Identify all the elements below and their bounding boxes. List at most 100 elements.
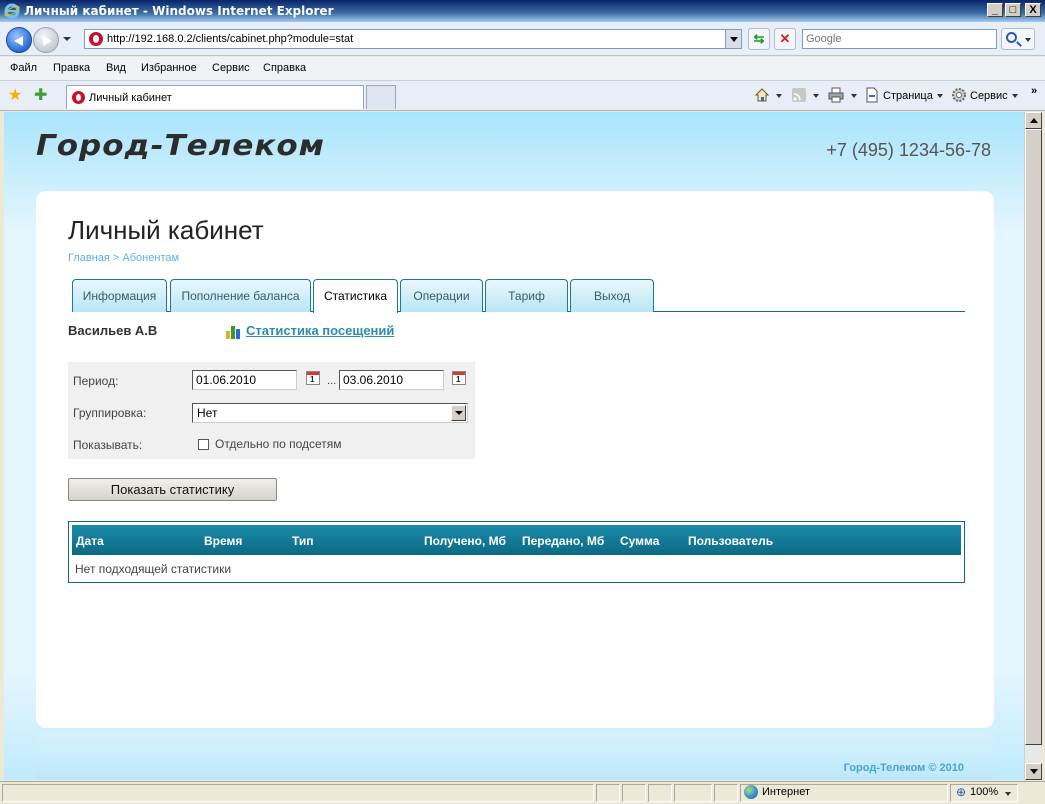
- tab-logout[interactable]: Выход: [570, 279, 654, 312]
- home-dropdown-icon[interactable]: [776, 94, 782, 98]
- range-separator: ...: [327, 375, 337, 387]
- tools-dropdown-icon[interactable]: [1012, 94, 1018, 98]
- tools-menu[interactable]: Сервис: [970, 90, 1008, 102]
- subnet-checkbox[interactable]: [198, 439, 209, 450]
- menu-tools[interactable]: Сервис: [212, 62, 250, 74]
- internet-zone-globe-icon: [744, 785, 758, 799]
- menu-favorites[interactable]: Избранное: [141, 62, 197, 74]
- filter-panel: Период: 1 ... 1 Группировка: Нет Показыв…: [68, 362, 475, 459]
- calendar-to-icon[interactable]: 1: [452, 371, 466, 385]
- breadcrumb: Главная > Абонентам: [68, 252, 179, 264]
- table-header: Дата Время Тип Получено, Мб Передано, Мб…: [72, 525, 961, 555]
- page-icon[interactable]: [864, 87, 880, 103]
- tab-operations[interactable]: Операции: [400, 279, 483, 312]
- scroll-down-button[interactable]: [1025, 763, 1042, 780]
- navigation-bar: http://192.168.0.2/clients/cabinet.php?m…: [0, 22, 1045, 56]
- print-icon[interactable]: [828, 87, 844, 103]
- favorites-star-icon[interactable]: ★: [8, 88, 22, 104]
- home-icon[interactable]: [754, 87, 770, 103]
- menu-help[interactable]: Справка: [263, 62, 306, 74]
- contact-phone: +7 (495) 1234-56-78: [826, 140, 991, 160]
- status-panel: [622, 784, 646, 802]
- date-from-input[interactable]: [192, 370, 297, 390]
- minimize-button[interactable]: _: [987, 3, 1003, 17]
- refresh-button[interactable]: ⇆: [748, 28, 770, 50]
- content-card: Личный кабинет Главная > Абонентам Инфор…: [36, 191, 994, 728]
- period-label: Период:: [73, 374, 119, 388]
- tab-tariff[interactable]: Тариф: [485, 279, 568, 312]
- search-input[interactable]: [803, 30, 983, 48]
- search-icon: [1006, 32, 1017, 43]
- statistics-table: Дата Время Тип Получено, Мб Передано, Мб…: [68, 521, 965, 583]
- status-text-panel: [2, 784, 594, 802]
- footer-copyright: Город-Телеком © 2010: [843, 762, 964, 774]
- scroll-thumb[interactable]: [1025, 129, 1042, 745]
- status-panel: [648, 784, 672, 802]
- menu-bar: Файл Правка Вид Избранное Сервис Справка: [0, 57, 1045, 81]
- scroll-up-button[interactable]: [1025, 112, 1042, 129]
- feeds-dropdown-icon[interactable]: [813, 94, 819, 98]
- subscriber-name: Васильев А.В: [68, 323, 158, 338]
- page-viewport: Город-Телеком +7 (495) 1234-56-78 Личный…: [4, 112, 1024, 780]
- window-titlebar: Личный кабинет - Windows Internet Explor…: [0, 0, 1045, 22]
- zoom-icon[interactable]: ⊕: [956, 785, 966, 799]
- show-label: Показывать:: [73, 438, 143, 452]
- breadcrumb-separator: >: [109, 252, 123, 264]
- window-title: Личный кабинет - Windows Internet Explor…: [24, 4, 334, 18]
- recent-pages-dropdown-icon[interactable]: [63, 37, 71, 41]
- page-menu[interactable]: Страница: [883, 90, 933, 102]
- menu-file[interactable]: Файл: [10, 62, 37, 74]
- date-to-input[interactable]: [339, 370, 444, 390]
- status-panel: [674, 784, 712, 802]
- gear-icon[interactable]: [951, 87, 967, 103]
- tab-statistics[interactable]: Статистика: [313, 279, 398, 313]
- column-type: Тип: [292, 534, 314, 548]
- zoom-dropdown-icon[interactable]: [1005, 792, 1011, 796]
- print-dropdown-icon[interactable]: [851, 94, 857, 98]
- tab-information[interactable]: Информация: [72, 279, 167, 312]
- empty-results-message: Нет подходящей статистики: [75, 562, 232, 576]
- back-button[interactable]: [6, 27, 32, 53]
- tab-favicon-icon: [72, 91, 85, 104]
- maximize-button[interactable]: □: [1005, 3, 1021, 17]
- page-dropdown-icon[interactable]: [937, 94, 943, 98]
- zoom-level[interactable]: 100%: [970, 786, 998, 798]
- menu-edit[interactable]: Правка: [53, 62, 90, 74]
- column-amount: Сумма: [620, 534, 660, 548]
- address-dropdown-icon[interactable]: [725, 30, 741, 48]
- add-favorites-icon[interactable]: ✚: [34, 88, 47, 104]
- vertical-scrollbar[interactable]: [1024, 112, 1042, 780]
- subnet-checkbox-label[interactable]: Отдельно по подсетям: [215, 437, 342, 451]
- show-statistics-button[interactable]: Показать статистику: [68, 478, 277, 501]
- new-tab-button[interactable]: [366, 85, 396, 109]
- column-sent-mb: Передано, Мб: [522, 534, 605, 548]
- calendar-from-icon[interactable]: 1: [306, 371, 320, 385]
- status-bar: [0, 781, 1045, 804]
- site-logo[interactable]: Город-Телеком: [36, 129, 325, 162]
- grouping-select[interactable]: Нет: [192, 403, 468, 423]
- address-bar[interactable]: http://192.168.0.2/clients/cabinet.php?m…: [84, 29, 742, 49]
- tab-balance-topup[interactable]: Пополнение баланса: [170, 279, 311, 312]
- browser-tab[interactable]: Личный кабинет: [66, 85, 364, 109]
- breadcrumb-home-link[interactable]: Главная: [68, 252, 110, 264]
- browser-tab-title: Личный кабинет: [89, 92, 172, 104]
- stop-button[interactable]: ✕: [774, 28, 796, 50]
- cabinet-tabs: Информация Пополнение баланса Статистика…: [72, 279, 965, 313]
- grouping-value: Нет: [197, 406, 218, 420]
- bar-chart-icon: [226, 325, 242, 339]
- forward-button[interactable]: [33, 27, 59, 53]
- column-date: Дата: [76, 534, 104, 548]
- search-options-dropdown-icon[interactable]: [1025, 38, 1031, 42]
- search-button[interactable]: [1001, 28, 1035, 50]
- visit-statistics-link[interactable]: Статистика посещений: [246, 323, 394, 338]
- grouping-dropdown-icon[interactable]: [451, 405, 466, 421]
- breadcrumb-subscribers-link[interactable]: Абонентам: [122, 252, 179, 264]
- feeds-icon[interactable]: [791, 87, 807, 103]
- favorites-tab-bar: ★ ✚ Личный кабинет Страница Сервис »: [0, 81, 1045, 111]
- status-panel: [596, 784, 620, 802]
- address-url[interactable]: http://192.168.0.2/clients/cabinet.php?m…: [107, 33, 353, 45]
- close-window-button[interactable]: X: [1025, 3, 1041, 17]
- menu-view[interactable]: Вид: [106, 62, 126, 74]
- more-commands-chevron-icon[interactable]: »: [1031, 85, 1037, 97]
- search-box[interactable]: [802, 29, 997, 49]
